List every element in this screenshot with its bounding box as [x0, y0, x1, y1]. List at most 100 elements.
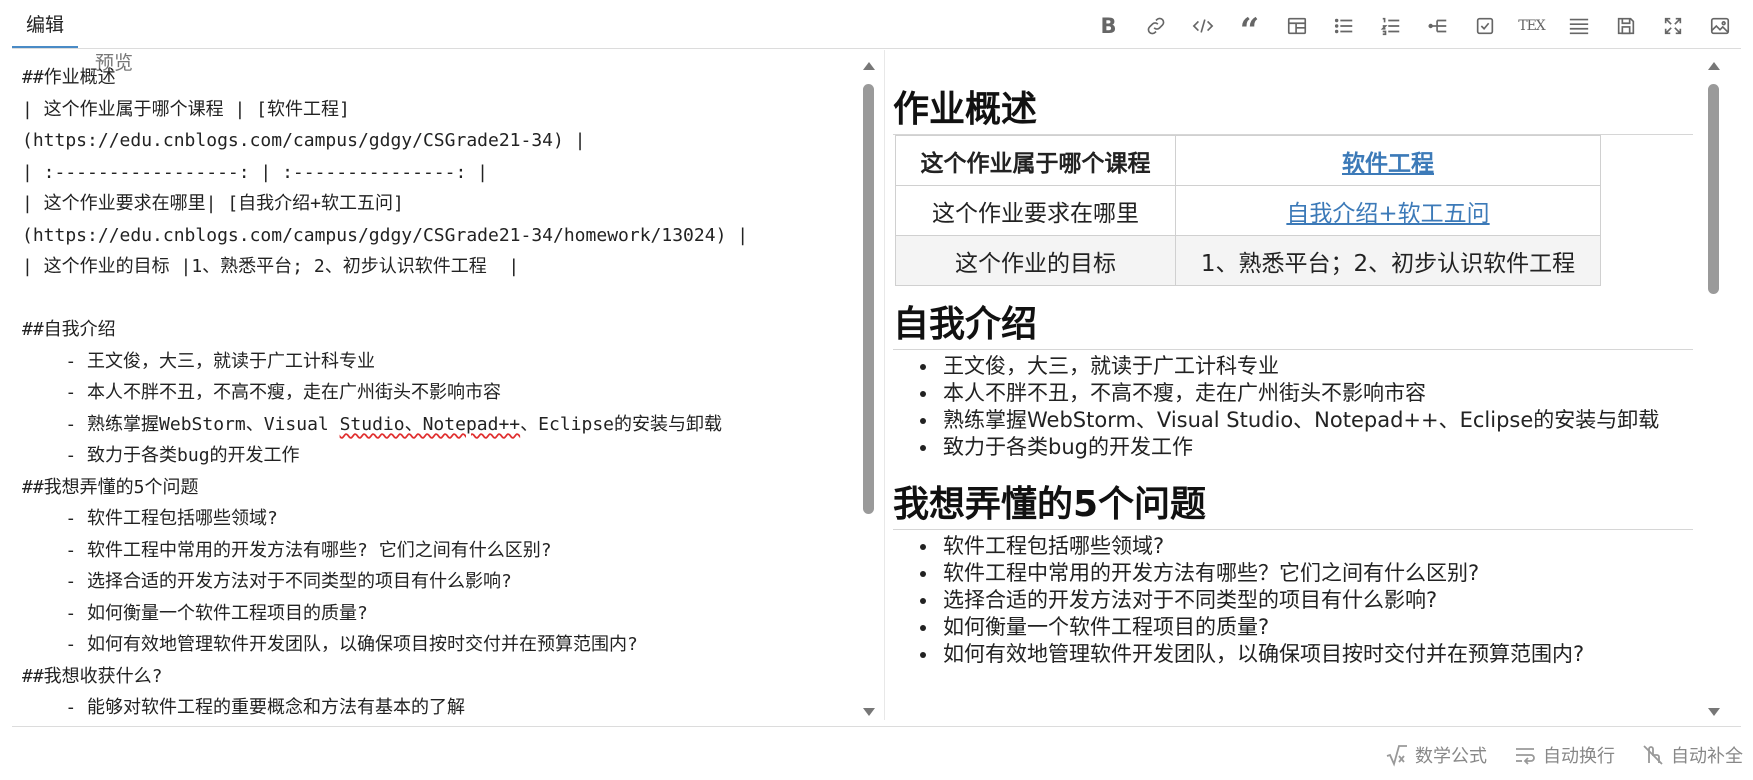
scroll-down-arrow-icon[interactable] — [1708, 708, 1720, 716]
list-item: 选择合适的开发方法对于不同类型的项目有什么影响? — [939, 587, 1584, 614]
editor-line: | 这个作业属于哪个课程 | [软件工程] — [22, 98, 350, 120]
list-item: 软件工程包括哪些领域? — [939, 533, 1584, 560]
editor-line: - 如何有效地管理软件开发团队，以确保项目按时交付并在预算范围内? — [22, 634, 638, 655]
editor-line: - 本人不胖不丑，不高不瘦，走在广州街头不影响市容 — [22, 382, 502, 403]
list-item: 如何有效地管理软件开发团队，以确保项目按时交付并在预算范围内? — [939, 641, 1584, 668]
heading-overview: 作业概述 — [893, 80, 1693, 135]
auto-complete-label: 自动补全 — [1671, 746, 1743, 767]
quote-icon: “ — [1239, 11, 1260, 51]
ordered-list-button[interactable] — [1367, 11, 1414, 41]
auto-complete-toggle[interactable]: 自动补全 — [1641, 742, 1743, 768]
editor-line: - 选择合适的开发方法对于不同类型的项目有什么影响? — [22, 571, 512, 592]
ordered-list-icon — [1380, 17, 1399, 36]
tex-button[interactable]: TEX — [1508, 11, 1555, 41]
list-item: 如何衡量一个软件工程项目的质量? — [939, 614, 1584, 641]
save-icon — [1617, 17, 1634, 35]
editor-line: - 能够对软件工程的重要概念和方法有基本的了解 — [22, 697, 466, 718]
wrap-icon — [1516, 748, 1535, 765]
bold-button[interactable]: B — [1085, 11, 1132, 41]
table-icon — [1287, 17, 1306, 35]
status-bar: 数学公式 自动换行 自动补全 — [0, 726, 1753, 780]
table-cell: 这个作业属于哪个课程 — [895, 135, 1176, 186]
tab-edit[interactable]: 编辑 — [26, 12, 64, 48]
math-formula-label: 数学公式 — [1415, 746, 1487, 767]
assignment-table: 这个作业属于哪个课程 软件工程 这个作业要求在哪里 自我介绍+软工五问 这个作业… — [895, 135, 1601, 286]
course-link[interactable]: 软件工程 — [1342, 151, 1434, 177]
editor-line: - 软件工程包括哪些领域? — [22, 508, 278, 529]
bold-icon: B — [1100, 14, 1117, 38]
link-icon — [1147, 17, 1164, 35]
unordered-list-icon — [1334, 18, 1352, 34]
markdown-editor[interactable]: ##作业概述 | 这个作业属于哪个课程 | [软件工程] (https://edu.… — [12, 50, 878, 720]
list-item: 软件工程中常用的开发方法有哪些？它们之间有什么区别? — [939, 560, 1584, 587]
scroll-up-arrow-icon[interactable] — [863, 62, 875, 70]
preview-scroll-thumb[interactable] — [1708, 84, 1719, 294]
auto-wrap-label: 自动换行 — [1543, 746, 1615, 767]
editor-line: | :-----------------: | :---------------… — [22, 161, 488, 183]
checkbox-icon — [1476, 17, 1493, 35]
editor-scroll-thumb[interactable] — [863, 84, 874, 514]
fullscreen-button[interactable] — [1649, 11, 1696, 41]
code-button[interactable] — [1179, 11, 1226, 41]
list-item: 王文俊，大三，就读于广工计科专业 — [939, 353, 1659, 380]
editor-scrollbar[interactable] — [860, 56, 878, 720]
editor-line: ##我想弄懂的5个问题 — [22, 476, 199, 498]
editor-line: (https://edu.cnblogs.com/campus/gdgy/CSG… — [22, 224, 749, 246]
unordered-list-button[interactable] — [1320, 11, 1367, 41]
status-divider — [12, 726, 1741, 727]
outline-icon — [1427, 19, 1446, 33]
code-icon — [1192, 19, 1213, 33]
table-cell: 自我介绍+软工五问 — [1175, 185, 1601, 236]
scroll-down-arrow-icon[interactable] — [863, 708, 875, 716]
image-icon — [1710, 17, 1729, 35]
editor-line: - 熟练掌握WebStorm、Visual Studio、Notepad++、E… — [22, 413, 722, 435]
math-formula-toggle[interactable]: 数学公式 — [1385, 742, 1487, 768]
editor-line: - 软件工程中常用的开发方法有哪些? 它们之间有什么区别? — [22, 539, 552, 561]
spellcheck-underline: Studio、Notepad++ — [339, 413, 521, 435]
table-cell: 软件工程 — [1175, 135, 1601, 186]
editor-line: - 王文俊，大三，就读于广工计科专业 — [22, 350, 376, 372]
preview-scrollbar[interactable] — [1705, 56, 1723, 720]
formatting-toolbar: B “ TEX — [1085, 11, 1743, 48]
outline-button[interactable] — [1414, 11, 1461, 41]
heading-self-intro: 自我介绍 — [893, 295, 1693, 350]
header-divider — [12, 48, 1741, 49]
justify-button[interactable] — [1555, 11, 1602, 41]
editor-line: | 这个作业的目标 |1、熟悉平台; 2、初步认识软件工程 | — [22, 256, 520, 277]
checkbox-button[interactable] — [1461, 11, 1508, 41]
quote-button[interactable]: “ — [1226, 11, 1273, 48]
table-cell: 1、熟悉平台；2、初步认识软件工程 — [1175, 235, 1601, 286]
editor-header: 编辑 预览 B “ TEX — [0, 0, 1753, 74]
list-item: 本人不胖不丑，不高不瘦，走在广州街头不影响市容 — [939, 380, 1659, 407]
editor-source[interactable]: ##作业概述 | 这个作业属于哪个课程 | [软件工程] (https://edu.… — [22, 62, 748, 720]
table-cell: 这个作业的目标 — [895, 235, 1176, 286]
heading-questions: 我想弄懂的5个问题 — [893, 475, 1693, 530]
fullscreen-icon — [1664, 17, 1681, 35]
editor-line: (https://edu.cnblogs.com/campus/gdgy/CSG… — [22, 130, 586, 151]
list-item: 熟练掌握WebStorm、Visual Studio、Notepad++、Ecl… — [939, 407, 1659, 434]
editor-line: ##自我介绍 — [22, 319, 116, 340]
editor-line: | 这个作业要求在哪里| [自我介绍+软工五问] — [22, 193, 404, 214]
justify-icon — [1569, 18, 1588, 35]
scroll-up-arrow-icon[interactable] — [1708, 62, 1720, 70]
editor-line: ##作业概述 — [22, 67, 116, 88]
editor-line: ##我想收获什么? — [22, 665, 163, 687]
link-button[interactable] — [1132, 11, 1179, 41]
save-button[interactable] — [1602, 11, 1649, 41]
no-autocomplete-icon — [1643, 745, 1663, 765]
tex-icon: TEX — [1518, 18, 1546, 34]
table-cell: 这个作业要求在哪里 — [895, 185, 1176, 236]
intro-list: 王文俊，大三，就读于广工计科专业 本人不胖不丑，不高不瘦，走在广州街头不影响市容… — [939, 353, 1659, 461]
markdown-preview: 作业概述 这个作业属于哪个课程 软件工程 这个作业要求在哪里 自我介绍+软工五问… — [893, 50, 1723, 720]
homework-link[interactable]: 自我介绍+软工五问 — [1286, 201, 1489, 227]
editor-line: - 致力于各类bug的开发工作 — [22, 445, 300, 466]
editor-line: - 如何衡量一个软件工程项目的质量? — [22, 602, 368, 624]
sqrt-icon — [1386, 745, 1407, 767]
pane-divider — [884, 50, 885, 720]
table-button[interactable] — [1273, 11, 1320, 41]
auto-wrap-toggle[interactable]: 自动换行 — [1513, 742, 1615, 768]
table-row: 这个作业属于哪个课程 软件工程 — [895, 135, 1601, 186]
table-row: 这个作业要求在哪里 自我介绍+软工五问 — [895, 185, 1601, 236]
image-button[interactable] — [1696, 11, 1743, 41]
